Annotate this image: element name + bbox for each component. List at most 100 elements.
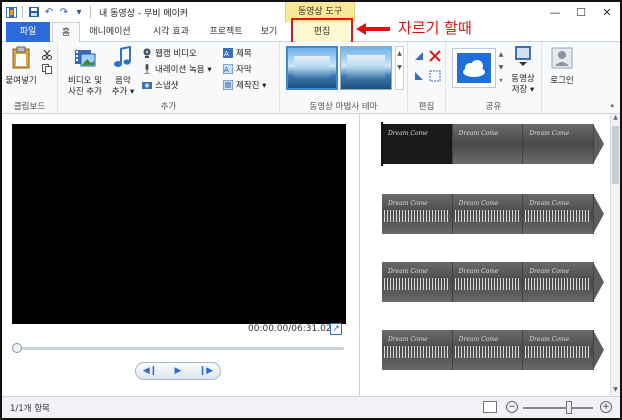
select-all-icon[interactable] [429,70,441,82]
paste-icon [12,46,30,69]
clip-arrow-tip [593,262,604,302]
webcam-video-button[interactable]: 웹캠 비디오 [142,46,197,59]
caption-label: 자막 [236,64,252,75]
storyboard-clip[interactable]: Dream Come Dream Come Dream Come [382,124,604,164]
clip-frames: Dream Come Dream Come Dream Come [382,194,595,234]
app-icon [5,6,17,18]
tab-animations[interactable]: 애니메이션 [80,22,140,42]
caption-button[interactable]: A 자막 [223,62,252,75]
storyboard-clip[interactable]: Dream Come Dream Come Dream Come [382,330,604,370]
scroll-down-icon[interactable]: ▼ [611,386,620,396]
add-videos-photos-button[interactable]: 비디오 및 사진 추가 [64,46,106,98]
storyboard-clip[interactable]: Dream Come Dream Come Dream Come [382,262,604,302]
clip-frame: Dream Come [523,194,595,234]
minimize-button[interactable]: — [542,2,568,22]
sign-in-button[interactable]: 로그인 [546,46,578,87]
collapse-ribbon-icon[interactable]: ▴ [610,101,614,109]
clip-frame-caption: Dream Come [529,268,570,275]
cut-button[interactable] [42,48,55,61]
save-movie-button[interactable]: 동영상 저장 ▾ [506,44,540,96]
audio-waveform [454,346,521,358]
copy-button[interactable] [42,62,55,75]
snapshot-label: 스냅샷 [155,80,179,91]
storyboard: Dream Come Dream Come Dream Come Dream C… [362,114,620,396]
tab-project[interactable]: 프로젝트 [202,22,250,42]
add-music-label-line2: 추가 ▾ [111,87,135,97]
theme-preview-image [347,55,385,79]
window-title: 내 동영상 - 무비 메이커 [99,8,189,19]
clip-frame-caption: Dream Come [458,268,499,275]
ribbon-home: 붙여넣기 클립보드 비디오 및 사진 추가 음악 추가 ▾ 웹캠 비디오 내레이… [2,42,620,114]
playhead[interactable] [381,122,383,166]
theme-thumbnail[interactable] [286,46,338,90]
tab-file[interactable]: 파일 [6,22,50,42]
paste-button[interactable]: 붙여넣기 [4,46,38,87]
add-videos-label-line2: 사진 추가 [68,87,102,97]
scrollbar-thumb[interactable] [612,126,619,184]
close-button[interactable]: ✕ [594,2,620,22]
theme-thumbnail[interactable] [340,46,392,90]
zoom-out-icon[interactable]: − [506,401,518,413]
add-group: 비디오 및 사진 추가 음악 추가 ▾ 웹캠 비디오 내레이션 녹음 ▾ 스냅샷… [58,42,280,114]
music-note-icon [114,45,131,67]
previous-frame-icon[interactable]: ◀❙ [139,366,161,376]
tab-home[interactable]: 홈 [52,22,80,43]
record-narration-button[interactable]: 내레이션 녹음 ▾ [142,62,212,75]
next-frame-icon[interactable]: ❙▶ [195,366,217,376]
seek-thumb[interactable] [12,343,22,353]
tab-view[interactable]: 보기 [254,22,284,42]
undo-icon[interactable]: ↶ [43,6,55,18]
save-icon[interactable] [28,6,40,18]
rotate-left-icon[interactable] [413,50,425,62]
add-group-label: 추가 [160,102,177,112]
snapshot-button[interactable]: 스냅샷 [142,78,178,91]
customize-qat-icon[interactable]: ▾ [73,6,85,18]
audio-waveform [384,210,450,222]
main-workspace: 00:00.00/06:31.02 ↗ ◀❙ ▶ ❙▶ Dream Come D… [2,114,620,396]
playback-controls: ◀❙ ▶ ❙▶ [135,362,221,380]
app-window: ↶ ↷ ▾ 내 동영상 - 무비 메이커 동영상 도구 — ☐ ✕ 파일 홈 애… [0,0,622,420]
clip-frame: Dream Come [382,124,453,164]
clip-frame-caption: Dream Come [529,130,570,137]
rotate-right-icon[interactable] [413,70,425,82]
add-music-button[interactable]: 음악 추가 ▾ [108,45,138,98]
clip-frames: Dream Come Dream Come Dream Come [382,262,595,302]
annotation-highlight-box [291,18,353,44]
title-button[interactable]: A 제목 [223,46,252,59]
zoom-slider[interactable] [523,407,593,409]
clip-frames: Dream Come Dream Come Dream Come [382,330,595,370]
share-group-label: 공유 [485,102,502,112]
tab-visual-effects[interactable]: 시각 효과 [142,22,200,42]
clip-arrow-tip [593,194,604,234]
credits-button[interactable]: 제작진 ▾ [223,78,266,91]
separator [90,6,91,18]
remove-icon[interactable] [429,50,441,62]
quick-access-toolbar: ↶ ↷ ▾ [2,2,93,22]
separator [22,6,23,18]
onedrive-button[interactable] [452,48,496,88]
storyboard-view-icon[interactable] [483,401,497,413]
clip-frame: Dream Come [452,262,524,302]
status-bar: 1/1개 항목 − + [2,396,620,418]
share-gallery-scroll[interactable]: ▲ ▼ ▾ [497,48,505,88]
maximize-button[interactable]: ☐ [568,2,594,22]
seek-bar[interactable] [14,347,344,350]
storyboard-clip[interactable]: Dream Come Dream Come Dream Come [382,194,604,234]
zoom-slider-thumb[interactable] [565,401,572,414]
video-preview[interactable] [12,124,346,324]
item-count: 1/1개 항목 [10,404,50,414]
clip-frame: Dream Come [382,194,453,234]
play-icon[interactable]: ▶ [167,366,189,376]
clipboard-group: 붙여넣기 클립보드 [2,42,58,114]
clip-arrow-tip [593,330,604,370]
scroll-up-icon[interactable]: ▲ [611,114,620,124]
fullscreen-preview-icon[interactable]: ↗ [330,323,342,335]
add-videos-label-line1: 비디오 및 [68,76,102,86]
theme-gallery-scroll[interactable]: ▲ ▼ [395,46,404,90]
redo-icon[interactable]: ↷ [58,6,70,18]
clip-frame-caption: Dream Come [458,336,499,343]
save-movie-icon [515,46,531,66]
clip-frame: Dream Come [452,194,524,234]
zoom-in-icon[interactable]: + [600,401,612,413]
storyboard-scrollbar[interactable]: ▲ ▼ [610,114,620,396]
